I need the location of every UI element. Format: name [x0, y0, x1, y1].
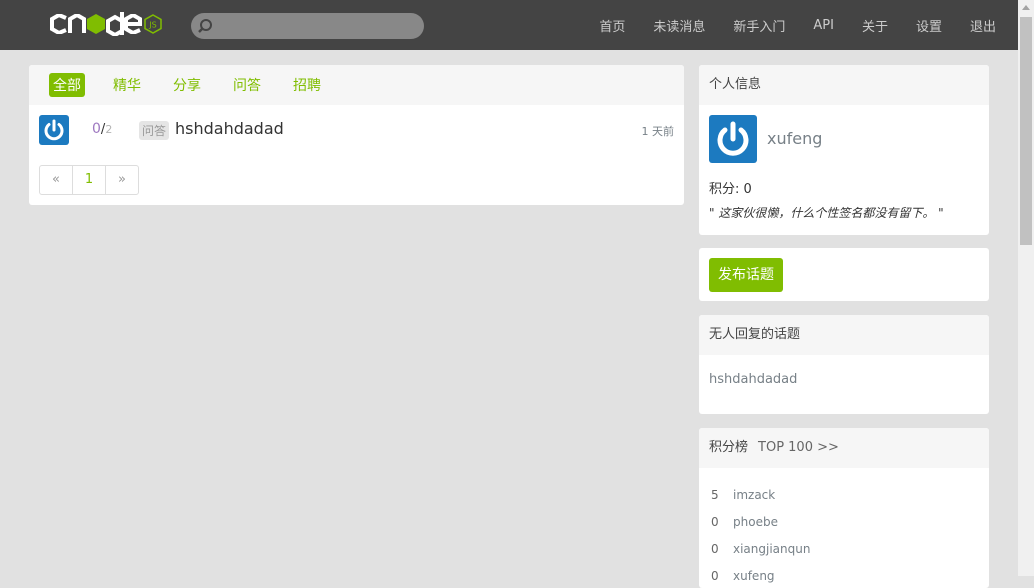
- ranking-score: 5: [711, 488, 719, 502]
- tab-share[interactable]: 分享: [169, 73, 205, 97]
- publish-topic-button[interactable]: 发布话题: [709, 258, 783, 292]
- js-badge-label: JS: [148, 21, 156, 30]
- nav-settings-link[interactable]: 设置: [916, 16, 942, 35]
- tab-job[interactable]: 招聘: [289, 73, 325, 97]
- topic-row[interactable]: 0/2 问答 hshdahdadad 1 天前: [29, 105, 684, 155]
- reply-visit-count: 0/2: [92, 121, 112, 137]
- ranking-user-link[interactable]: xufeng: [733, 569, 775, 588]
- scrollbar-thumb[interactable]: [1020, 17, 1032, 245]
- pagination-next-button[interactable]: »: [105, 166, 138, 194]
- unreplied-topic-link[interactable]: hshdahdadad: [709, 372, 797, 387]
- vertical-scrollbar[interactable]: [1018, 0, 1034, 576]
- ranking-row: 0 xufeng: [711, 569, 810, 588]
- logo-e: [124, 14, 142, 34]
- ranking-user-link[interactable]: xiangjianqun: [733, 542, 810, 569]
- profile-panel-header: 个人信息: [699, 65, 989, 105]
- ranking-user-link[interactable]: phoebe: [733, 515, 778, 542]
- nav-links: 首页 未读消息 新手入门 API 关于 设置 退出: [571, 0, 996, 50]
- tab-all[interactable]: 全部: [49, 73, 85, 97]
- search-input[interactable]: [217, 16, 416, 38]
- nav-about-link[interactable]: 关于: [862, 16, 888, 35]
- search-box[interactable]: [191, 13, 424, 39]
- publish-panel: 发布话题: [699, 248, 989, 301]
- ranking-score: 0: [711, 569, 719, 583]
- nav-unread-messages-link[interactable]: 未读消息: [653, 16, 705, 35]
- score-ranking-panel: 积分榜 TOP 100 >> 5 imzack 0 phoebe 0 xiangjian…: [699, 428, 989, 588]
- search-icon: [198, 19, 212, 33]
- pagination: « 1 »: [39, 165, 139, 195]
- profile-panel: 个人信息 xufeng 积分: 0 " 这家伙很懒，什么个性签名都没有留下。 ": [699, 65, 989, 235]
- unreplied-topics-header: 无人回复的话题: [699, 315, 989, 355]
- user-avatar[interactable]: [709, 115, 757, 163]
- unreplied-topics-panel: 无人回复的话题 hshdahdadad: [699, 315, 989, 414]
- visit-count: 2: [105, 123, 113, 136]
- topic-last-reply-time[interactable]: 1 天前: [642, 123, 675, 139]
- ranking-score: 0: [711, 542, 719, 556]
- top100-link[interactable]: TOP 100 >>: [758, 440, 839, 455]
- ranking-row: 0 xiangjianqun: [711, 542, 810, 569]
- ranking-list: 5 imzack 0 phoebe 0 xiangjianqun 0 xufeng: [711, 488, 810, 588]
- topic-list-panel: 全部 精华 分享 问答 招聘 0/2 问答 hshdahdadad 1 天前 «…: [29, 65, 684, 205]
- topic-author-avatar[interactable]: [39, 115, 69, 145]
- nav-home-link[interactable]: 首页: [599, 16, 625, 35]
- navbar: JS 首页 未读消息 新手入门 API 关于 设置 退出: [0, 0, 1018, 50]
- nav-logout-link[interactable]: 退出: [970, 16, 996, 35]
- tab-ask[interactable]: 问答: [229, 73, 265, 97]
- reply-count: 0: [92, 121, 101, 137]
- score-ranking-header: 积分榜 TOP 100 >>: [699, 428, 989, 468]
- logo-hexagon-icon: [87, 14, 105, 34]
- user-name-link[interactable]: xufeng: [767, 129, 822, 148]
- ranking-user-link[interactable]: imzack: [733, 488, 775, 515]
- nav-api-link[interactable]: API: [813, 18, 834, 33]
- ranking-row: 5 imzack: [711, 488, 810, 515]
- pagination-prev-button[interactable]: «: [40, 166, 72, 194]
- score-ranking-title: 积分榜: [709, 440, 749, 455]
- logo-c: [50, 14, 67, 34]
- logo-n: [68, 14, 86, 33]
- scroll-up-arrow-icon[interactable]: [1022, 5, 1030, 10]
- logo-d: [106, 12, 124, 36]
- tab-good[interactable]: 精华: [109, 73, 145, 97]
- user-signature: " 这家伙很懒，什么个性签名都没有留下。 ": [709, 206, 944, 220]
- topic-title-link[interactable]: hshdahdadad: [175, 119, 284, 138]
- power-icon: [44, 119, 64, 141]
- ranking-row: 0 phoebe: [711, 515, 810, 542]
- ranking-score: 0: [711, 515, 719, 529]
- js-badge-icon: JS: [144, 14, 162, 34]
- pagination-page-1[interactable]: 1: [72, 166, 105, 194]
- topic-tabs: 全部 精华 分享 问答 招聘: [29, 65, 684, 105]
- user-score: 积分: 0: [709, 182, 752, 197]
- topic-tag-badge: 问答: [139, 121, 170, 140]
- cnode-logo[interactable]: JS: [50, 7, 162, 41]
- nav-getting-started-link[interactable]: 新手入门: [733, 16, 785, 35]
- power-icon: [717, 121, 749, 156]
